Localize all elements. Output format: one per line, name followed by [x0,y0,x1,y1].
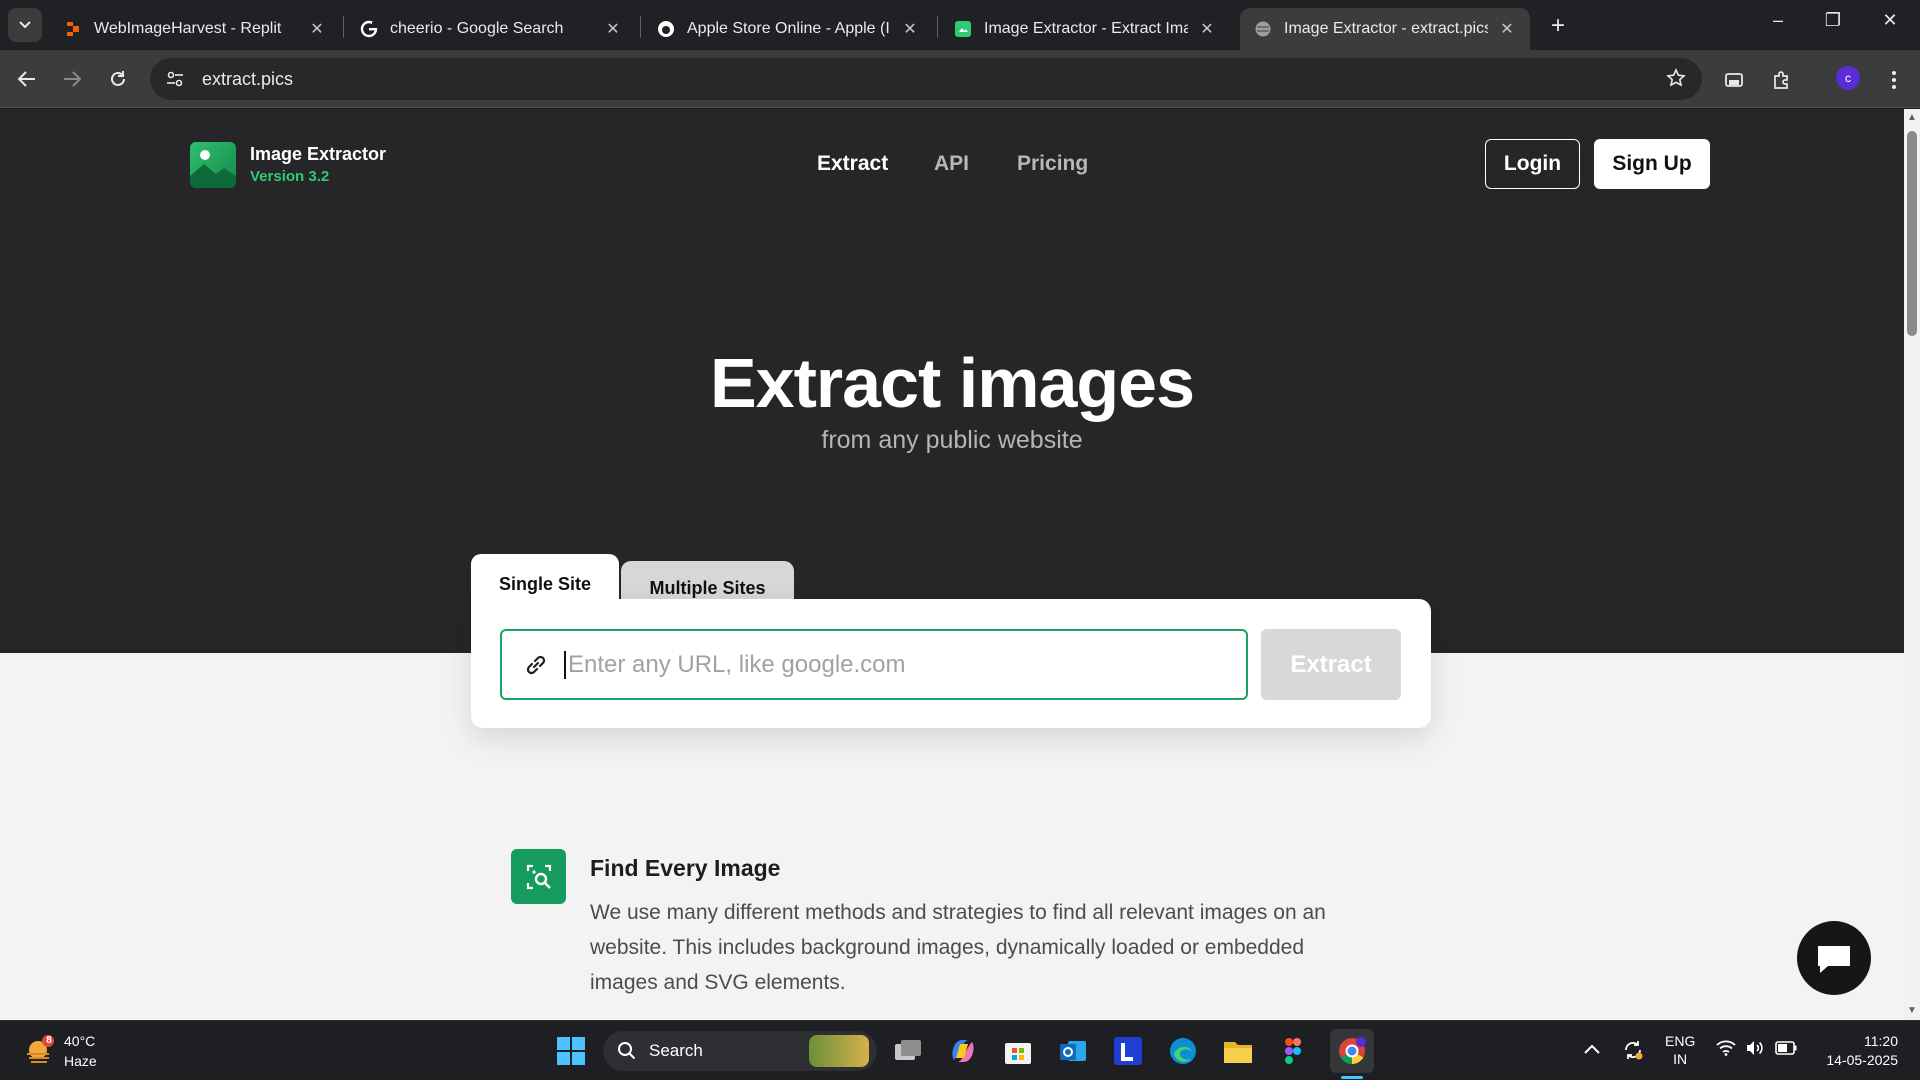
nav-api[interactable]: API [934,152,969,176]
url-input[interactable] [564,650,1204,679]
image-search-icon [511,849,566,904]
extensions-icon[interactable] [1768,66,1796,94]
l-app-icon[interactable] [1110,1033,1146,1069]
windows-start-icon[interactable] [553,1033,589,1069]
weather-condition: Haze [64,1053,97,1069]
forward-icon[interactable] [57,64,87,94]
cast-icon[interactable] [1720,66,1748,94]
apple-icon [657,20,675,38]
language-indicator[interactable]: ENG IN [1665,1032,1695,1068]
battery-icon[interactable] [1775,1041,1797,1058]
chrome-icon[interactable] [1330,1029,1374,1073]
clock-time: 11:20 [1864,1033,1898,1049]
region-code: IN [1673,1051,1688,1067]
tab-title: Apple Store Online - Apple (IN) [687,20,891,37]
chat-icon[interactable] [1797,921,1871,995]
windows-taskbar: 8 40°C Haze Search ENG IN 11:20 14-05-20… [0,1020,1920,1080]
outlook-icon[interactable] [1055,1033,1091,1069]
scroll-thumb[interactable] [1907,131,1917,336]
brand-version: Version 3.2 [250,168,330,185]
close-icon[interactable]: ✕ [604,19,622,39]
browser-toolbar: extract.pics [0,50,1920,108]
brand-name[interactable]: Image Extractor [250,144,386,165]
web-page: Image Extractor Version 3.2 Extract API … [0,109,1904,1020]
browser-tab-apple[interactable]: Apple Store Online - Apple (IN) ✕ [643,8,933,50]
figma-icon[interactable] [1275,1033,1311,1069]
image-extractor-icon [954,20,972,38]
microsoft-store-icon[interactable] [1000,1033,1036,1069]
tab-title: Image Extractor - Extract Image [984,20,1188,37]
close-icon[interactable]: ✕ [308,19,326,39]
hero-title: Extract images [709,344,1195,422]
new-tab-button[interactable]: + [1544,12,1572,40]
profile-avatar[interactable]: c [1836,66,1860,90]
reload-icon[interactable] [103,64,133,94]
back-icon[interactable] [12,64,42,94]
tab-title: cheerio - Google Search [390,20,564,37]
weather-temperature: 40°C [64,1033,96,1049]
minimize-icon[interactable]: – [1758,10,1798,31]
scroll-down-arrow-icon[interactable]: ▼ [1907,1005,1917,1016]
page-scrollbar[interactable]: ▲ ▼ [1904,109,1920,1020]
tab-title: WebImageHarvest - Replit [94,20,282,37]
nav-extract[interactable]: Extract [817,152,888,176]
close-icon[interactable]: ✕ [1498,19,1516,39]
google-icon [360,20,378,38]
close-icon[interactable]: ✕ [1198,19,1216,39]
extract-button[interactable]: Extract [1261,629,1401,700]
volume-icon[interactable] [1745,1040,1765,1059]
browser-tab-strip: WebImageHarvest - Replit ✕ cheerio - Goo… [0,0,1920,50]
taskbar-search[interactable]: Search [603,1031,877,1071]
extract-card: Extract [471,599,1431,728]
site-info-icon[interactable] [164,68,186,90]
system-clock[interactable]: 11:20 14-05-2025 [1818,1032,1898,1070]
login-button[interactable]: Login [1485,139,1580,189]
browser-tab-google[interactable]: cheerio - Google Search ✕ [346,8,636,50]
bookmark-star-icon[interactable] [1666,68,1686,93]
language-code: ENG [1665,1033,1696,1049]
globe-icon [1254,20,1272,38]
task-view-icon[interactable] [890,1033,926,1069]
hero-subtitle: from any public website [821,426,1083,454]
nav-pricing[interactable]: Pricing [1017,152,1088,176]
address-bar[interactable]: extract.pics [150,58,1702,100]
sync-icon[interactable] [1622,1039,1644,1064]
window-close-icon[interactable]: ✕ [1870,10,1910,31]
browser-tab-image-extractor[interactable]: Image Extractor - Extract Image ✕ [940,8,1230,50]
tab-search-button[interactable] [8,8,42,42]
feature-title: Find Every Image [590,855,781,881]
close-icon[interactable]: ✕ [901,19,919,39]
browser-tab-replit[interactable]: WebImageHarvest - Replit ✕ [50,8,340,50]
file-explorer-icon[interactable] [1220,1033,1256,1069]
browser-tab-extract-pics[interactable]: Image Extractor - extract.pics ✕ [1240,8,1530,50]
hero-section: Image Extractor Version 3.2 Extract API … [0,109,1904,653]
replit-icon [64,20,82,38]
active-app-indicator [1341,1076,1363,1079]
url-input-wrapper[interactable] [500,629,1248,700]
copilot-icon[interactable] [945,1033,981,1069]
restore-icon[interactable]: ❐ [1813,10,1853,31]
edge-icon[interactable] [1165,1033,1201,1069]
scroll-up-arrow-icon[interactable]: ▲ [1907,112,1917,123]
image-extractor-logo-icon[interactable] [190,142,236,188]
signup-button[interactable]: Sign Up [1594,139,1710,189]
feature-description: We use many different methods and strate… [590,901,1326,994]
weather-badge: 8 [46,1035,52,1046]
menu-kebab-icon[interactable] [1880,66,1908,94]
weather-haze-icon[interactable]: 8 [24,1034,56,1066]
tab-single-site[interactable]: Single Site [471,554,619,612]
clock-date: 14-05-2025 [1826,1052,1898,1068]
search-icon [617,1041,637,1061]
show-hidden-icons-icon[interactable] [1584,1041,1600,1057]
tab-title: Image Extractor - extract.pics [1284,20,1488,37]
taskbar-search-label: Search [649,1041,703,1060]
wifi-icon[interactable] [1716,1040,1736,1059]
chevron-down-icon [19,21,31,29]
search-highlight-icon [809,1035,869,1067]
address-url: extract.pics [202,68,294,89]
link-icon [522,651,550,679]
